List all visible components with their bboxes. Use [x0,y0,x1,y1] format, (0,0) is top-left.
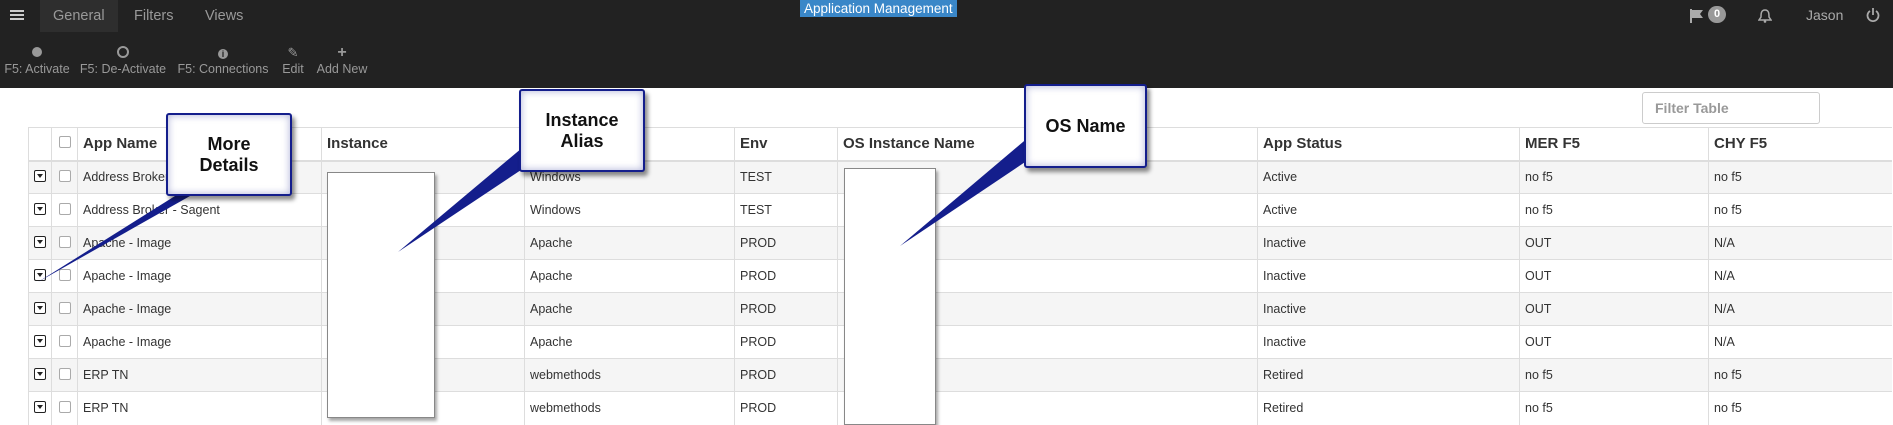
callout-pointers [38,136,1046,282]
pointer-instance-alias [398,148,536,252]
pointer-more-details [38,196,190,282]
callout-os-name: OS Name [1024,84,1147,168]
callout-instance-alias: Instance Alias [519,89,645,172]
callout-more-details: More Details [166,113,292,196]
